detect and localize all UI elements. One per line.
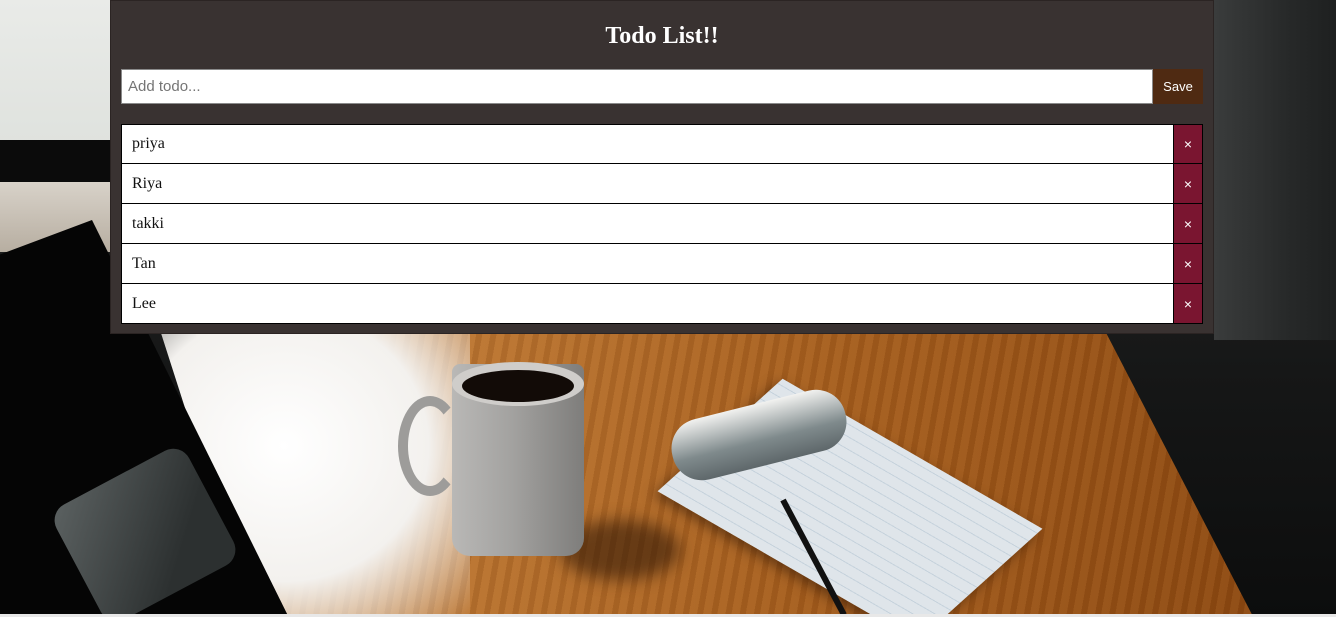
delete-todo-button[interactable]: × [1173,164,1202,203]
todo-text[interactable]: Lee [122,284,1173,323]
todo-item: Lee × [121,284,1203,324]
coffee [462,370,574,402]
todo-list: priya × Riya × takki × Tan × Lee × [121,124,1203,324]
todo-item: takki × [121,204,1203,244]
todo-text[interactable]: priya [122,125,1173,163]
window-light [0,0,110,145]
todo-text[interactable]: takki [122,204,1173,243]
delete-todo-button[interactable]: × [1173,204,1202,243]
add-todo-form: Save [121,69,1203,104]
delete-todo-button[interactable]: × [1173,284,1202,323]
todo-item: priya × [121,124,1203,164]
add-todo-input[interactable] [121,69,1153,104]
background-wall [1214,0,1336,340]
todo-item: Tan × [121,244,1203,284]
app-title: Todo List!! [605,23,719,49]
todo-item: Riya × [121,164,1203,204]
delete-todo-button[interactable]: × [1173,244,1202,283]
save-button[interactable]: Save [1153,69,1203,104]
delete-todo-button[interactable]: × [1173,125,1202,163]
todo-app-panel: Todo List!! Save priya × Riya × takki × … [110,0,1214,334]
todo-text[interactable]: Tan [122,244,1173,283]
todo-text[interactable]: Riya [122,164,1173,203]
